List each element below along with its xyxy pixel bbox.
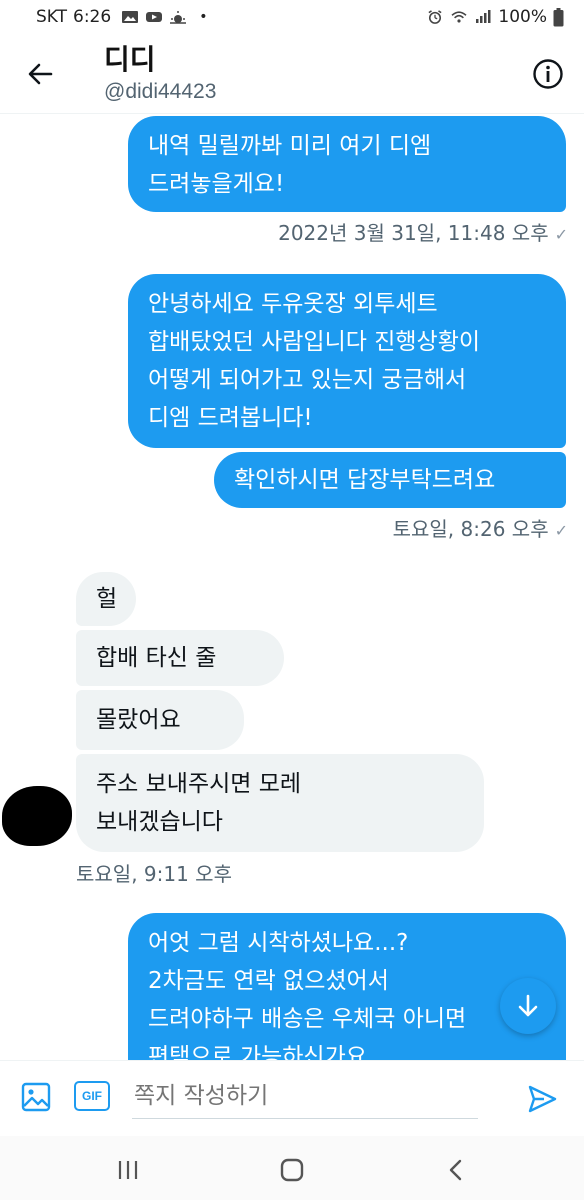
youtube-notification-icon	[146, 12, 163, 22]
message-timestamp: 토요일, 8:26 오후 ✓	[393, 513, 568, 542]
message-text-line: 보내겠습니다	[96, 809, 223, 835]
info-button[interactable]	[530, 56, 566, 92]
system-navigation-bar	[0, 1136, 584, 1200]
recent-apps-icon	[118, 1161, 138, 1179]
message-text-line: 몰랐어요	[96, 707, 181, 733]
arrow-down-icon	[518, 994, 538, 1017]
message-bubble-received[interactable]: 주소 보내주시면 모레 보내겠습니다	[76, 754, 484, 852]
weather-notification-icon	[170, 11, 187, 24]
signal-icon	[476, 10, 491, 23]
scroll-to-bottom-button[interactable]	[500, 978, 556, 1034]
image-icon	[21, 1082, 51, 1112]
message-text-line: 안녕하세요 두유옷장 외투세트	[148, 291, 438, 317]
send-button[interactable]	[522, 1079, 562, 1119]
clock: 6:26	[73, 7, 112, 27]
message-bubble-sent[interactable]: 안녕하세요 두유옷장 외투세트 합배탔었던 사람입니다 진행상황이 어떻게 되어…	[128, 274, 566, 448]
message-text-line: 어떻게 되어가고 있는지 궁금해서	[148, 367, 467, 393]
more-notifications-dot-icon: •	[199, 9, 208, 25]
message-text-line: 확인하시면 답장부탁드려요	[234, 467, 496, 493]
carrier: SKT	[36, 7, 68, 27]
status-bar: SKT 6:26 • 100%	[0, 0, 584, 34]
message-timestamp: 토요일, 9:11 오후	[76, 858, 232, 887]
alarm-icon	[428, 10, 442, 24]
message-text-line: 내역 밀릴까봐 미리 여기 디엠	[148, 133, 432, 159]
send-icon	[528, 1085, 557, 1113]
message-text-line: 2차금도 연락 없으셨어서	[148, 968, 389, 994]
recent-apps-button[interactable]	[108, 1150, 148, 1190]
message-text-line: 합배 타신 줄	[96, 645, 217, 671]
battery-icon	[553, 7, 564, 26]
nav-back-button[interactable]	[436, 1150, 476, 1190]
message-timestamp: 2022년 3월 31일, 11:48 오후 ✓	[278, 217, 568, 246]
back-button[interactable]	[22, 56, 58, 92]
status-right: 100%	[426, 7, 564, 27]
timestamp-text: 토요일, 8:26 오후	[392, 517, 549, 541]
home-icon	[280, 1158, 304, 1182]
timestamp-text: 2022년 3월 31일, 11:48 오후	[278, 221, 549, 245]
timestamp-text: 토요일, 9:11 오후	[76, 862, 232, 886]
wifi-icon	[451, 11, 467, 23]
message-text-line: 어엇 그럼 시착하셨나요...?	[148, 930, 409, 956]
info-icon	[533, 59, 563, 89]
message-composer: GIF	[0, 1060, 584, 1136]
message-input[interactable]	[132, 1073, 478, 1119]
message-bubble-received[interactable]: 합배 타신 줄	[76, 630, 284, 686]
gif-icon: GIF	[82, 1089, 102, 1103]
message-text-line: 합배탔었던 사람입니다 진행상황이	[148, 329, 481, 355]
sent-check-icon: ✓	[554, 521, 568, 540]
message-text-line: 주소 보내주시면 모레	[96, 771, 302, 797]
contact-name: 디디	[104, 43, 156, 76]
back-arrow-icon	[28, 63, 53, 85]
status-left: SKT 6:26 •	[36, 7, 207, 27]
battery-percent: 100%	[498, 7, 547, 27]
notification-icons: •	[121, 9, 207, 25]
add-image-button[interactable]	[18, 1079, 54, 1115]
gif-button[interactable]: GIF	[74, 1081, 110, 1111]
message-bubble-sent[interactable]: 확인하시면 답장부탁드려요	[214, 452, 566, 508]
gallery-notification-icon	[122, 11, 139, 23]
sent-check-icon: ✓	[554, 225, 568, 244]
message-text-line: 디엠 드려봅니다!	[148, 405, 313, 431]
sender-avatar[interactable]	[2, 786, 72, 846]
message-text-line: 드려놓을게요!	[148, 171, 285, 197]
message-text-line: 드려야하구 배송은 우체국 아니면	[148, 1006, 467, 1032]
message-text-line: 헐	[96, 586, 118, 612]
message-bubble-received[interactable]: 헐	[76, 572, 136, 626]
nav-back-icon	[449, 1159, 462, 1181]
contact-handle: @didi44423	[104, 80, 217, 103]
message-bubble-received[interactable]: 몰랐어요	[76, 690, 244, 750]
conversation-header: 디디 @didi44423	[0, 34, 584, 114]
home-button[interactable]	[272, 1150, 312, 1190]
message-bubble-sent[interactable]: 내역 밀릴까봐 미리 여기 디엠 드려놓을게요!	[128, 116, 566, 212]
